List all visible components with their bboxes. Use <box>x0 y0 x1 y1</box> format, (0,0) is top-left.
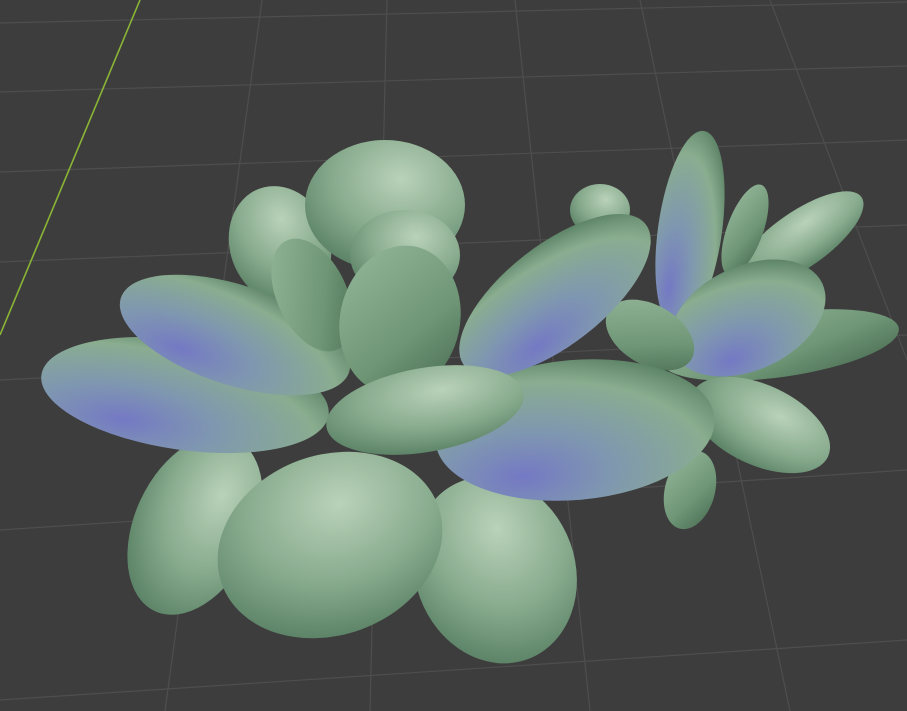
succulent-rosette-left[interactable] <box>34 140 721 687</box>
viewport-canvas[interactable] <box>0 0 907 711</box>
3d-viewport[interactable] <box>0 0 907 711</box>
